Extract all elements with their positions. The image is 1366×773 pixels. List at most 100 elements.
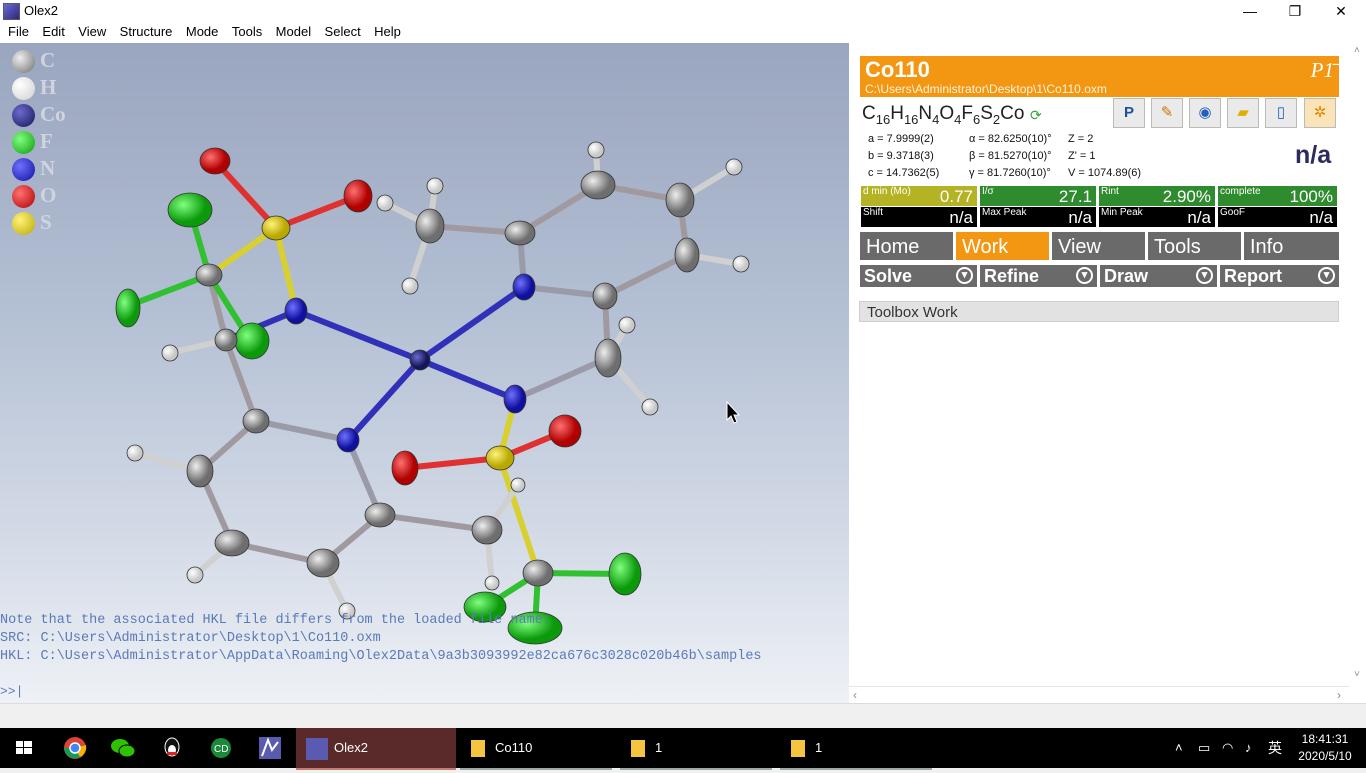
scroll-up-icon[interactable]: ˄ <box>1354 45 1360 56</box>
expand-arrow-icon: ▾ <box>956 267 973 284</box>
close-button[interactable]: ✕ <box>1318 0 1364 22</box>
cell-beta: β = 81.5270(10)° <box>969 150 1052 162</box>
menu-view[interactable]: View <box>74 22 110 39</box>
chemdraw-icon[interactable]: CD <box>197 728 245 768</box>
stat-min-peak: Min Peak n/a <box>1099 207 1215 227</box>
menu-edit[interactable]: Edit <box>38 22 68 39</box>
taskbar: CD Olex2 Co110 1 1 ˄ ▭ ◠ ♪ 英 18:41:31 20… <box>0 728 1366 771</box>
chemical-formula[interactable]: C16H16N4O4F6S2Co <box>862 103 1024 127</box>
notepad-icon[interactable]: ▯ <box>1265 98 1297 128</box>
battery-icon[interactable]: ▭ <box>1198 728 1210 768</box>
tray-chevron-icon[interactable]: ˄ <box>1175 728 1183 768</box>
pencil-icon[interactable]: ✎ <box>1151 98 1183 128</box>
structure-path[interactable]: C:\Users\Administrator\Desktop\1\Co110.o… <box>865 82 1107 96</box>
minimize-button[interactable]: — <box>1227 0 1273 22</box>
menu-help[interactable]: Help <box>370 22 405 39</box>
horizontal-scrollbar[interactable]: ‹ › <box>849 686 1349 704</box>
stat-rint: Rint 2.90% <box>1099 186 1215 206</box>
wechat-icon[interactable] <box>99 728 147 768</box>
subtab-solve[interactable]: Solve ▾ <box>860 265 977 287</box>
refresh-icon[interactable]: ⟳ <box>1030 107 1042 124</box>
folder-icon <box>631 740 645 757</box>
window-title: Olex2 <box>24 3 58 18</box>
command-prompt[interactable]: >>| <box>0 684 23 699</box>
platon-icon[interactable]: P <box>1113 98 1145 128</box>
subtab-draw[interactable]: Draw ▾ <box>1100 265 1217 287</box>
molecule-render[interactable] <box>0 43 849 703</box>
cell-volume: V = 1074.89(6) <box>1068 167 1142 179</box>
cell-c: c = 14.7362(5) <box>868 167 940 179</box>
tab-tools[interactable]: Tools <box>1148 232 1241 260</box>
wifi-icon[interactable]: ◠ <box>1222 728 1233 768</box>
fluorine-ball-icon <box>12 131 35 154</box>
taskbar-app-co110[interactable]: Co110 <box>460 728 612 770</box>
space-group[interactable]: P1̄ <box>1311 58 1334 83</box>
expand-arrow-icon: ▾ <box>1196 267 1213 284</box>
menu-tools[interactable]: Tools <box>228 22 266 39</box>
console-line: SRC: C:\Users\Administrator\Desktop\1\Co… <box>0 631 381 646</box>
start-button[interactable] <box>0 728 48 768</box>
restore-button[interactable]: ❐ <box>1272 0 1318 22</box>
tab-work[interactable]: Work <box>956 232 1049 260</box>
menu-model[interactable]: Model <box>272 22 315 39</box>
folder-icon <box>791 740 805 757</box>
menu-mode[interactable]: Mode <box>182 22 223 39</box>
taskbar-app-folder-1[interactable]: 1 <box>620 728 772 770</box>
menu-select[interactable]: Select <box>321 22 365 39</box>
tab-home[interactable]: Home <box>860 232 953 260</box>
folder-icon[interactable]: ▰ <box>1227 98 1259 128</box>
r-factor-value: n/a <box>1295 141 1332 169</box>
console-line: HKL: C:\Users\Administrator\AppData\Roam… <box>0 649 762 664</box>
stat-goof: GooF n/a <box>1218 207 1337 227</box>
qq-icon[interactable] <box>148 728 196 768</box>
stat-shift: Shift n/a <box>861 207 977 227</box>
nitrogen-ball-icon <box>12 158 35 181</box>
taskbar-app-olex2[interactable]: Olex2 <box>296 728 456 770</box>
folder-icon <box>471 740 485 757</box>
oxygen-ball-icon <box>12 185 35 208</box>
mouse-cursor-icon <box>726 400 741 424</box>
menu-bar: File Edit View Structure Mode Tools Mode… <box>0 22 1366 43</box>
scroll-left-icon[interactable]: ‹ <box>853 688 857 702</box>
cell-b: b = 9.3718(3) <box>868 150 934 162</box>
stat-max-peak: Max Peak n/a <box>980 207 1096 227</box>
cell-alpha: α = 82.6250(10)° <box>969 133 1052 145</box>
taskbar-app-folder-1b[interactable]: 1 <box>780 728 932 770</box>
scroll-right-icon[interactable]: › <box>1337 688 1341 702</box>
menu-file[interactable]: File <box>4 22 33 39</box>
status-bar <box>0 703 1366 729</box>
subtab-report[interactable]: Report ▾ <box>1220 265 1339 287</box>
globe-icon[interactable]: ◉ <box>1189 98 1221 128</box>
stat-dmin: d min (Mo) 0.77 <box>861 186 977 206</box>
clock-time: 18:41:31 <box>1301 732 1349 746</box>
structure-name: Co110 <box>865 57 930 82</box>
menu-structure[interactable]: Structure <box>116 22 177 39</box>
olex2-taskbar-icon[interactable] <box>246 728 294 768</box>
olex2-icon <box>306 738 328 760</box>
vertical-scrollbar[interactable]: ˄ ˅ <box>1350 43 1366 686</box>
ime-indicator[interactable]: 英 <box>1268 728 1282 768</box>
chrome-icon[interactable] <box>51 728 99 768</box>
cell-z: Z = 2 <box>1068 133 1094 145</box>
toolbox-work-header[interactable]: Toolbox Work <box>859 301 1339 322</box>
structure-header: Co110 C:\Users\Administrator\Desktop\1\C… <box>860 56 1339 97</box>
molecule-viewport[interactable]: C H Co F N O S Note that the associated … <box>0 43 849 703</box>
title-bar: Olex2 — ❐ ✕ <box>0 0 1366 22</box>
cobalt-ball-icon <box>12 104 35 127</box>
subtab-refine[interactable]: Refine ▾ <box>980 265 1097 287</box>
console-line: Note that the associated HKL file differ… <box>0 613 551 628</box>
console-output: Note that the associated HKL file differ… <box>0 612 762 666</box>
sulfur-ball-icon <box>12 212 35 235</box>
tab-view[interactable]: View <box>1052 232 1145 260</box>
settings-icon[interactable]: ✲ <box>1304 98 1336 128</box>
stat-complete: complete 100% <box>1218 186 1337 206</box>
expand-arrow-icon: ▾ <box>1076 267 1093 284</box>
volume-icon[interactable]: ♪ <box>1245 728 1252 768</box>
scroll-down-icon[interactable]: ˅ <box>1354 669 1360 680</box>
cell-zprime: Z' = 1 <box>1068 150 1096 162</box>
clock-date: 2020/5/10 <box>1298 749 1352 763</box>
right-panel: Co110 C:\Users\Administrator\Desktop\1\C… <box>849 43 1366 704</box>
tab-info[interactable]: Info <box>1244 232 1339 260</box>
stat-i-sigma: I/σ 27.1 <box>980 186 1096 206</box>
clock[interactable]: 18:41:31 2020/5/10 <box>1297 728 1353 771</box>
